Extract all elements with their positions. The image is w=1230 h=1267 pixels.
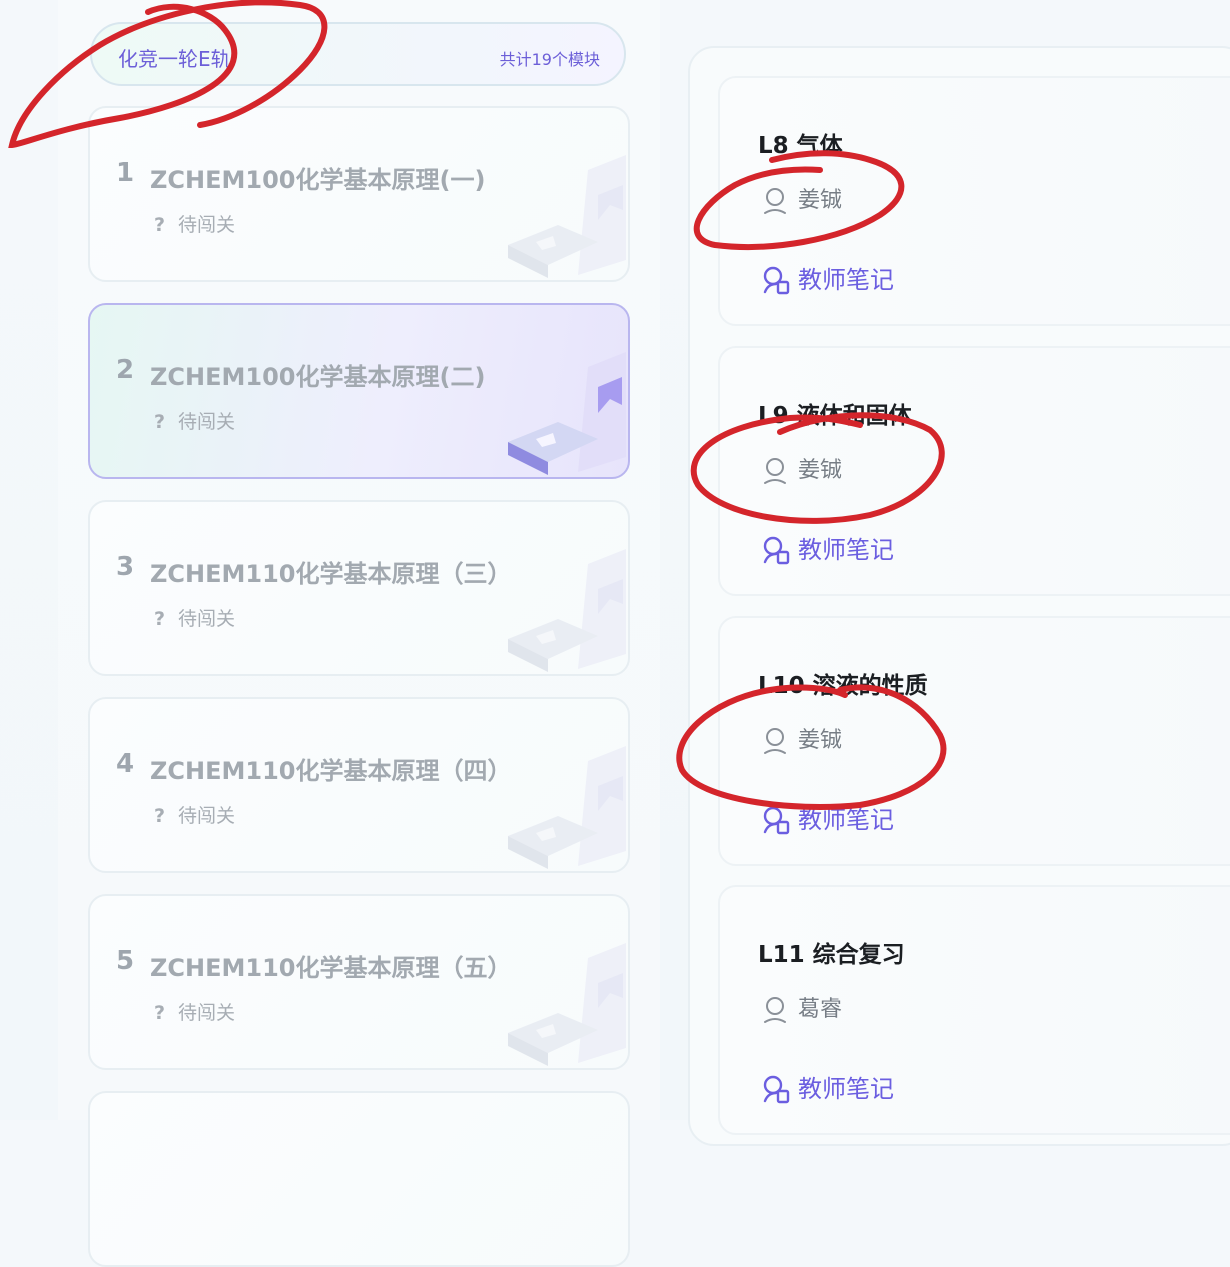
lesson-card-l10[interactable]: L10 溶液的性质 姜铖 教师笔记: [718, 616, 1230, 866]
module-card-4[interactable]: 4 ZCHEM110化学基本原理（四） ? 待闯关: [88, 697, 630, 873]
question-icon: ?: [154, 1002, 166, 1024]
lesson-card-l9[interactable]: L9 液体和固体 姜铖 教师笔记: [718, 346, 1230, 596]
user-icon: [764, 458, 786, 484]
module-card-6-partial[interactable]: [88, 1091, 630, 1267]
module-count: 共计19个模块: [499, 50, 600, 69]
module-card-5[interactable]: 5 ZCHEM110化学基本原理（五） ? 待闯关: [88, 894, 630, 1070]
book-illustration-icon: [508, 746, 626, 869]
module-number: 1: [116, 158, 135, 188]
question-icon: ?: [154, 608, 166, 630]
book-illustration-icon: [508, 943, 626, 1066]
book-illustration-icon: [508, 155, 626, 278]
user-icon: [764, 997, 786, 1023]
user-icon: [764, 188, 786, 214]
teacher-notes-icon: [763, 806, 790, 835]
teacher-notes-icon: [763, 266, 790, 295]
teacher-notes-label: 教师笔记: [798, 536, 894, 564]
module-status-label: 待闯关: [178, 805, 236, 827]
question-icon: ?: [154, 214, 166, 236]
module-number: 4: [116, 749, 135, 779]
book-illustration-icon: [508, 352, 626, 475]
module-name: ZCHEM110化学基本原理（四）: [150, 757, 512, 785]
teacher-name: 姜铖: [798, 728, 843, 753]
module-status-label: 待闯关: [178, 214, 236, 236]
module-status-label: 待闯关: [178, 608, 236, 630]
module-card-3[interactable]: 3 ZCHEM110化学基本原理（三） ? 待闯关: [88, 500, 630, 676]
module-number: 5: [116, 946, 135, 976]
teacher-notes-label: 教师笔记: [798, 266, 894, 294]
lesson-teacher: 姜铖: [762, 452, 842, 485]
module-status-label: 待闯关: [178, 411, 236, 433]
lesson-card-l11[interactable]: L11 综合复习 葛睿 教师笔记: [718, 885, 1230, 1135]
lesson-title: L10 溶液的性质: [758, 673, 928, 699]
teacher-notes-icon: [763, 536, 790, 565]
course-header[interactable]: 化竞一轮E轨 共计19个模块: [90, 22, 626, 86]
question-icon: ?: [154, 411, 166, 433]
teacher-notes-link[interactable]: 教师笔记: [762, 1069, 894, 1105]
module-status: ? 待闯关: [154, 210, 235, 237]
lesson-title: L9 液体和固体: [758, 403, 912, 429]
module-card-1[interactable]: 1 ZCHEM100化学基本原理(一) ? 待闯关: [88, 106, 630, 282]
course-title: 化竞一轮E轨: [118, 47, 231, 71]
module-number: 3: [116, 552, 135, 582]
module-number: 2: [116, 355, 135, 385]
module-status: ? 待闯关: [154, 407, 235, 434]
teacher-name: 葛睿: [798, 997, 843, 1022]
user-icon: [764, 728, 786, 754]
module-card-2[interactable]: 2 ZCHEM100化学基本原理(二) ? 待闯关: [88, 303, 630, 479]
lesson-card-l8[interactable]: L8 气体 姜铖 教师笔记: [718, 76, 1230, 326]
question-icon: ?: [154, 805, 166, 827]
lesson-title: L11 综合复习: [758, 942, 905, 968]
teacher-notes-label: 教师笔记: [798, 1075, 894, 1103]
module-status: ? 待闯关: [154, 801, 235, 828]
lesson-teacher: 姜铖: [762, 182, 842, 215]
module-status: ? 待闯关: [154, 998, 235, 1025]
module-status-label: 待闯关: [178, 1002, 236, 1024]
teacher-notes-label: 教师笔记: [798, 806, 894, 834]
teacher-notes-link[interactable]: 教师笔记: [762, 800, 894, 836]
module-name: ZCHEM110化学基本原理（五）: [150, 954, 512, 982]
teacher-name: 姜铖: [798, 188, 843, 213]
lesson-teacher: 姜铖: [762, 722, 842, 755]
lesson-teacher: 葛睿: [762, 991, 842, 1024]
book-illustration-icon: [508, 549, 626, 672]
module-name: ZCHEM100化学基本原理(一): [150, 166, 486, 194]
teacher-notes-link[interactable]: 教师笔记: [762, 260, 894, 296]
module-name: ZCHEM110化学基本原理（三）: [150, 560, 512, 588]
module-name: ZCHEM100化学基本原理(二): [150, 363, 486, 391]
teacher-notes-link[interactable]: 教师笔记: [762, 530, 894, 566]
teacher-notes-icon: [763, 1075, 790, 1104]
lesson-title: L8 气体: [758, 133, 843, 159]
module-status: ? 待闯关: [154, 604, 235, 631]
teacher-name: 姜铖: [798, 458, 843, 483]
